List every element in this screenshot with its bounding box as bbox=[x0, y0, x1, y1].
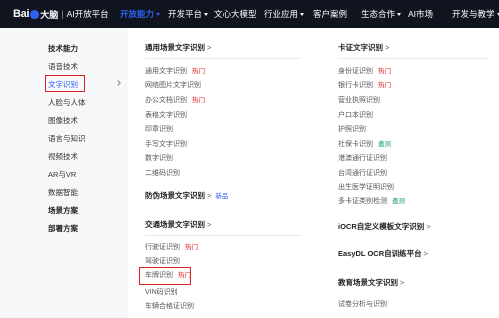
nav-label: 开发平台 bbox=[168, 9, 203, 19]
sidebar-heading-scenarios[interactable]: 场景方案 bbox=[0, 204, 128, 218]
chevron-down-icon bbox=[156, 13, 161, 17]
chevron-right-icon: > bbox=[423, 249, 429, 258]
item-business-license-ocr[interactable]: 营业执照识别 bbox=[338, 95, 380, 107]
hot-badge: 热门 bbox=[192, 68, 205, 75]
chevron-right-icon: > bbox=[400, 278, 405, 287]
sidebar-item-data[interactable]: 数据智能 bbox=[0, 186, 128, 200]
item-number-ocr[interactable]: 数字识别 bbox=[145, 153, 173, 165]
section-title-traffic[interactable]: 交通场景文字识别 > bbox=[145, 219, 211, 231]
nav-dev-platform[interactable]: 开发平台 bbox=[168, 0, 209, 28]
logo-platform-text: AI开放平台 bbox=[66, 9, 109, 19]
item-qrcode-ocr[interactable]: 二维码识别 bbox=[145, 168, 180, 180]
item-vin-ocr[interactable]: VIN码识别 bbox=[145, 287, 178, 299]
item-office-doc-ocr[interactable]: 办公文档识别 热门 bbox=[145, 95, 205, 107]
sidebar-item-language[interactable]: 语言与知识 bbox=[0, 132, 128, 146]
section-divider bbox=[145, 235, 301, 236]
nav-label: 文心大模型 bbox=[214, 9, 257, 19]
capability-sidebar: 技术能力 语音技术 文字识别 人脸与人体 图像技术 语言与知识 视频技术 AR与… bbox=[0, 28, 128, 318]
logo-brain-text: 大脑 bbox=[40, 9, 59, 20]
section-title-card[interactable]: 卡证文字识别 > bbox=[338, 42, 389, 54]
item-seal-ocr[interactable]: 印章识别 bbox=[145, 124, 173, 136]
nav-customer-cases[interactable]: 客户案例 bbox=[313, 0, 347, 28]
sidebar-item-image[interactable]: 图像技术 bbox=[0, 114, 128, 128]
baidu-paw-icon bbox=[30, 9, 40, 19]
item-general-ocr[interactable]: 通用文字识别 热门 bbox=[145, 66, 205, 78]
sidebar-item-face-body[interactable]: 人脸与人体 bbox=[0, 96, 128, 110]
chevron-right-icon: > bbox=[207, 191, 212, 200]
item-social-security-ocr[interactable]: 社保卡识别 邀测 bbox=[338, 139, 391, 151]
chevron-right-icon: > bbox=[426, 222, 431, 231]
section-title-anticounterfeit[interactable]: 防伪场景文字识别 > 新品 bbox=[145, 190, 228, 203]
nav-ecosystem[interactable]: 生态合作 bbox=[361, 0, 402, 28]
item-bank-card-ocr[interactable]: 银行卡识别 热门 bbox=[338, 80, 391, 92]
item-multi-card-detect[interactable]: 多卡证类别检测 邀测 bbox=[338, 196, 405, 208]
section-divider bbox=[338, 58, 488, 59]
item-exam-analysis-ocr[interactable]: 试卷分析与识别 bbox=[338, 299, 387, 311]
sidebar-heading-tech: 技术能力 bbox=[48, 44, 78, 53]
sidebar-item-speech[interactable]: 语音技术 bbox=[0, 60, 128, 74]
item-vehicle-certificate-ocr[interactable]: 车辆合格证识别 bbox=[145, 301, 194, 313]
hot-badge: 热门 bbox=[192, 97, 205, 104]
item-web-image-ocr[interactable]: 网络图片文字识别 bbox=[145, 80, 201, 92]
chevron-down-icon bbox=[397, 13, 402, 17]
highlighted-item-box bbox=[139, 267, 191, 285]
nav-open-capabilities[interactable]: 开放能力 bbox=[120, 0, 161, 28]
item-passport-ocr[interactable]: 护照识别 bbox=[338, 124, 366, 136]
chevron-down-icon bbox=[300, 13, 305, 17]
item-vehicle-license-ocr[interactable]: 行驶证识别 热门 bbox=[145, 242, 198, 254]
nav-ai-market[interactable]: AI市场 bbox=[408, 0, 433, 28]
sidebar-heading-deployment[interactable]: 部署方案 bbox=[0, 222, 128, 236]
section-title-easydl[interactable]: EasyDL OCR自训练平台 > bbox=[338, 248, 428, 260]
top-navigation-bar: Bai 大脑 | AI开放平台 开放能力 开发平台 文心大模型 行业应用 客户案… bbox=[0, 0, 499, 28]
hot-badge: 热门 bbox=[378, 82, 391, 89]
chevron-down-icon bbox=[204, 13, 209, 17]
item-hk-macau-permit-ocr[interactable]: 港澳通行证识别 bbox=[338, 153, 387, 165]
section-title-general[interactable]: 通用场景文字识别 > bbox=[145, 42, 211, 54]
item-table-ocr[interactable]: 表格文字识别 bbox=[145, 110, 187, 122]
sidebar-item-video[interactable]: 视频技术 bbox=[0, 150, 128, 164]
selected-item-highlight bbox=[45, 75, 85, 92]
nav-label: 生态合作 bbox=[361, 9, 396, 19]
new-badge: 新品 bbox=[215, 193, 229, 200]
section-title-education[interactable]: 教育场景文字识别 > bbox=[338, 277, 404, 289]
invite-test-badge: 邀测 bbox=[378, 141, 391, 148]
nav-label: 开发与教学 bbox=[452, 9, 495, 19]
baidu-ai-logo[interactable]: Bai 大脑 | AI开放平台 bbox=[13, 7, 109, 21]
nav-label: AI市场 bbox=[408, 9, 434, 19]
nav-label: 客户案例 bbox=[313, 9, 348, 19]
nav-ernie-model[interactable]: 文心大模型 bbox=[214, 0, 257, 28]
chevron-right-icon: > bbox=[207, 43, 212, 52]
item-taiwan-permit-ocr[interactable]: 台湾通行证识别 bbox=[338, 168, 387, 180]
hot-badge: 热门 bbox=[378, 68, 391, 75]
item-household-register-ocr[interactable]: 户口本识别 bbox=[338, 110, 373, 122]
item-id-card-ocr[interactable]: 身份证识别 热门 bbox=[338, 66, 391, 78]
sidebar-item-ar-vr[interactable]: AR与VR bbox=[0, 168, 128, 182]
invite-test-badge: 邀测 bbox=[392, 198, 405, 205]
item-handwriting-ocr[interactable]: 手写文字识别 bbox=[145, 139, 187, 151]
section-divider bbox=[145, 58, 301, 59]
nav-dev-teaching[interactable]: 开发与教学 bbox=[452, 0, 499, 28]
logo-separator: | bbox=[61, 9, 64, 19]
section-title-custom-ocr[interactable]: iOCR自定义模板文字识别 > bbox=[338, 221, 431, 233]
chevron-right-icon: > bbox=[207, 220, 212, 229]
logo-brand-text: Bai bbox=[13, 8, 30, 20]
nav-industry-apps[interactable]: 行业应用 bbox=[264, 0, 305, 28]
nav-label: 开放能力 bbox=[120, 9, 155, 19]
chevron-right-icon: > bbox=[385, 43, 390, 52]
nav-label: 行业应用 bbox=[264, 9, 299, 19]
hot-badge: 热门 bbox=[185, 244, 198, 251]
item-birth-certificate-ocr[interactable]: 出生医学证明识别 bbox=[338, 182, 394, 194]
